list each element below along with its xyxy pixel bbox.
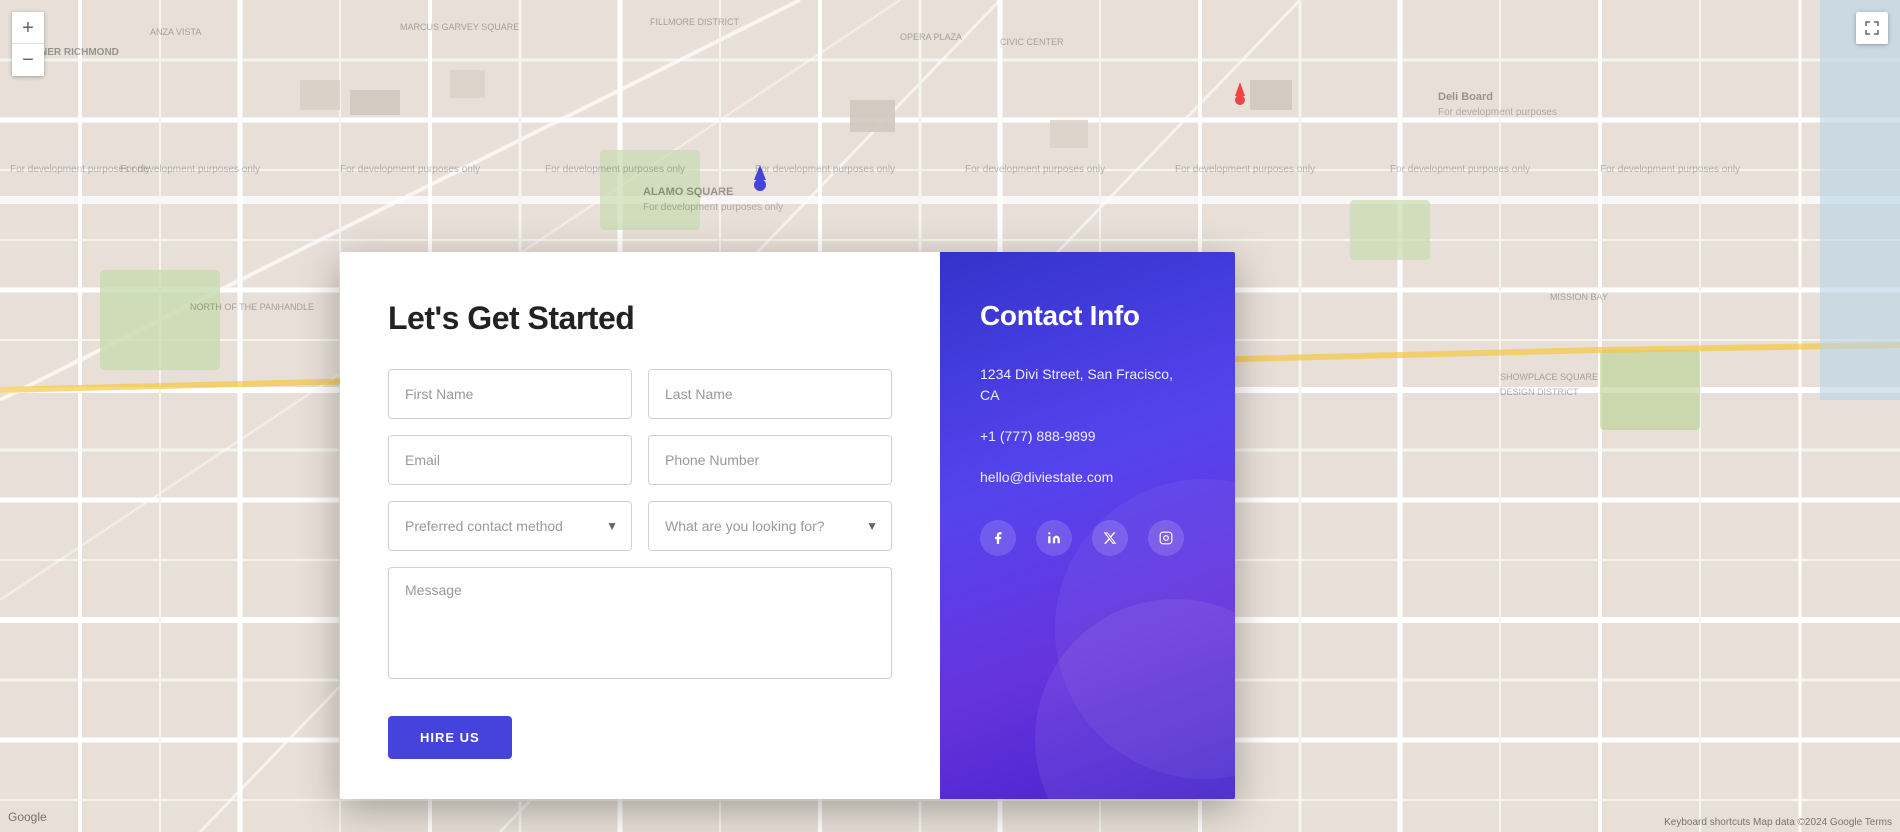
- svg-text:For development purposes only: For development purposes only: [1175, 164, 1315, 175]
- svg-text:ANZA VISTA: ANZA VISTA: [150, 27, 201, 37]
- instagram-icon[interactable]: [1148, 520, 1184, 556]
- submit-button[interactable]: HIRE US: [388, 716, 512, 759]
- zoom-in-button[interactable]: +: [12, 12, 44, 44]
- email-input[interactable]: [388, 435, 632, 485]
- twitter-icon[interactable]: [1092, 520, 1128, 556]
- message-row: [388, 567, 892, 684]
- facebook-icon[interactable]: [980, 520, 1016, 556]
- svg-text:DESIGN DISTRICT: DESIGN DISTRICT: [1500, 387, 1579, 397]
- svg-text:For development purposes only: For development purposes only: [1600, 164, 1740, 175]
- svg-text:For development purposes only: For development purposes only: [340, 164, 480, 175]
- name-row: [388, 369, 892, 419]
- preferred-contact-field: Preferred contact method Email Phone Tex…: [388, 501, 632, 551]
- zoom-out-button[interactable]: −: [12, 44, 44, 76]
- preferred-contact-wrapper: Preferred contact method Email Phone Tex…: [388, 501, 632, 551]
- phone-input[interactable]: [648, 435, 892, 485]
- first-name-field: [388, 369, 632, 419]
- dropdowns-row: Preferred contact method Email Phone Tex…: [388, 501, 892, 551]
- map-zoom-controls[interactable]: + −: [12, 12, 44, 76]
- contact-modal: Let's Get Started Preferre: [340, 252, 1235, 799]
- form-panel: Let's Get Started Preferre: [340, 252, 940, 799]
- message-field: [388, 567, 892, 684]
- map-attribution: Keyboard shortcuts Map data ©2024 Google…: [1664, 817, 1892, 828]
- email-field: [388, 435, 632, 485]
- preferred-contact-select[interactable]: Preferred contact method Email Phone Tex…: [388, 501, 632, 551]
- svg-text:For development purposes only: For development purposes only: [1390, 164, 1530, 175]
- linkedin-icon[interactable]: [1036, 520, 1072, 556]
- contact-email: hello@diviestate.com: [980, 467, 1195, 488]
- svg-text:SHOWPLACE SQUARE: SHOWPLACE SQUARE: [1500, 372, 1598, 382]
- svg-text:Deli Board: Deli Board: [1438, 91, 1493, 103]
- google-logo: Google: [8, 810, 47, 824]
- svg-text:MISSION BAY: MISSION BAY: [1550, 292, 1608, 302]
- contact-panel: Contact Info 1234 Divi Street, San Fraci…: [940, 252, 1235, 799]
- svg-text:For development purposes only: For development purposes only: [545, 164, 685, 175]
- svg-text:FILLMORE DISTRICT: FILLMORE DISTRICT: [650, 17, 740, 27]
- last-name-input[interactable]: [648, 369, 892, 419]
- svg-text:ALAMO SQUARE: ALAMO SQUARE: [643, 186, 733, 198]
- svg-text:NORTH OF THE PANHANDLE: NORTH OF THE PANHANDLE: [190, 302, 314, 312]
- svg-text:For development purposes: For development purposes: [1438, 107, 1557, 118]
- phone-field: [648, 435, 892, 485]
- looking-for-select[interactable]: What are you looking for? Buying Selling…: [648, 501, 892, 551]
- svg-text:For development purposes only: For development purposes only: [643, 202, 783, 213]
- contact-phone: +1 (777) 888-9899: [980, 426, 1195, 447]
- svg-text:For development purposes only: For development purposes only: [755, 164, 895, 175]
- form-title: Let's Get Started: [388, 300, 892, 337]
- svg-text:OPERA PLAZA: OPERA PLAZA: [900, 32, 962, 42]
- message-textarea[interactable]: [388, 567, 892, 679]
- contact-title: Contact Info: [980, 300, 1195, 332]
- looking-for-wrapper: What are you looking for? Buying Selling…: [648, 501, 892, 551]
- contact-address: 1234 Divi Street, San Fracisco, CA: [980, 364, 1195, 406]
- looking-for-field: What are you looking for? Buying Selling…: [648, 501, 892, 551]
- fullscreen-button[interactable]: [1856, 12, 1888, 44]
- svg-text:For development purposes only: For development purposes only: [965, 164, 1105, 175]
- svg-text:For development purposes only: For development purposes only: [120, 164, 260, 175]
- social-icons-row: [980, 520, 1195, 556]
- svg-text:MARCUS GARVEY SQUARE: MARCUS GARVEY SQUARE: [400, 22, 519, 32]
- svg-text:CIVIC CENTER: CIVIC CENTER: [1000, 37, 1064, 47]
- first-name-input[interactable]: [388, 369, 632, 419]
- email-phone-row: [388, 435, 892, 485]
- last-name-field: [648, 369, 892, 419]
